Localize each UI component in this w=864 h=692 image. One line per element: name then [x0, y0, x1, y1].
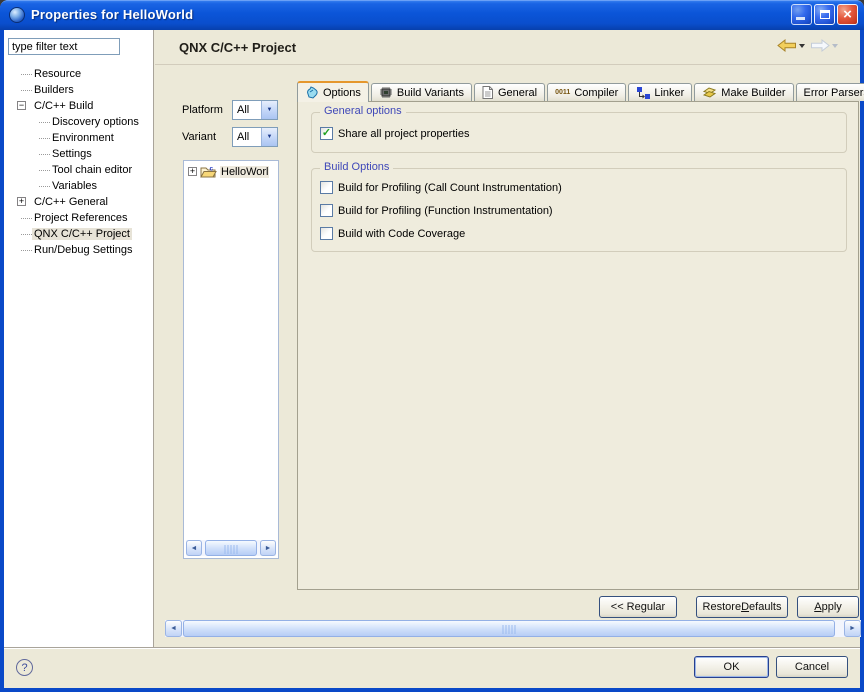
scroll-left-icon[interactable]: ◄ — [165, 620, 182, 637]
code-coverage-checkbox[interactable] — [320, 227, 333, 240]
chevron-down-icon[interactable]: ▼ — [261, 101, 277, 119]
sidebar-item-cpp-build[interactable]: −C/C++ Build — [4, 98, 153, 114]
tab-folder: Options Build Variants General 0011 Comp… — [297, 80, 859, 590]
sidebar-item-run-debug-settings[interactable]: Run/Debug Settings — [4, 242, 153, 258]
help-button[interactable]: ? — [16, 659, 33, 676]
properties-tree: Resource Builders −C/C++ Build Discovery… — [4, 66, 153, 258]
tab-make-builder[interactable]: Make Builder — [694, 83, 793, 101]
compiler-icon: 0011 — [555, 89, 570, 96]
properties-dialog: Properties for HelloWorld × Resource Bui… — [0, 0, 864, 692]
sidebar-item-qnx-cpp-project[interactable]: QNX C/C++ Project — [4, 226, 153, 242]
build-options-group: Build Options Build for Profiling (Call … — [311, 168, 847, 252]
titlebar[interactable]: Properties for HelloWorld × — [0, 0, 864, 30]
profiling-function-checkbox-row: Build for Profiling (Function Instrument… — [320, 204, 553, 217]
tab-linker[interactable]: Linker — [628, 83, 692, 101]
sidebar-item-settings[interactable]: Settings — [4, 146, 153, 162]
tab-error-parsers[interactable]: Error Parsers — [796, 83, 864, 101]
dialog-body: Resource Builders −C/C++ Build Discovery… — [4, 30, 860, 688]
profiling-function-checkbox[interactable] — [320, 204, 333, 217]
sidebar-item-discovery-options[interactable]: Discovery options — [4, 114, 153, 130]
group-title: Build Options — [320, 161, 393, 173]
sidebar-item-cpp-general[interactable]: +C/C++ General — [4, 194, 153, 210]
tab-build-variants[interactable]: Build Variants — [371, 83, 472, 101]
scrollbar-thumb[interactable] — [205, 540, 257, 556]
sidebar-item-resource[interactable]: Resource — [4, 66, 153, 82]
sidebar-item-variables[interactable]: Variables — [4, 178, 153, 194]
chevron-down-icon[interactable]: ▼ — [261, 128, 277, 146]
check-icon: ✓ — [322, 128, 331, 139]
content-area: QNX C/C++ Project Platform All ▼ — [155, 30, 860, 647]
document-icon — [482, 86, 494, 99]
platform-label: Platform — [182, 104, 232, 116]
close-icon: × — [843, 7, 852, 22]
back-icon — [777, 39, 797, 52]
maximize-icon — [820, 10, 830, 19]
collapse-icon[interactable]: − — [17, 101, 26, 110]
scroll-left-icon[interactable]: ◄ — [186, 540, 202, 556]
scroll-right-icon[interactable]: ► — [260, 540, 276, 556]
make-builder-icon — [702, 86, 717, 99]
forward-dropdown-icon[interactable] — [832, 44, 838, 48]
sidebar-item-environment[interactable]: Environment — [4, 130, 153, 146]
group-title: General options — [320, 105, 406, 117]
linker-icon — [636, 86, 650, 99]
platform-select[interactable]: All ▼ — [232, 100, 278, 120]
chip-icon — [379, 86, 393, 99]
window-icon — [9, 7, 25, 23]
code-coverage-checkbox-row: Build with Code Coverage — [320, 227, 465, 240]
filter-input[interactable] — [8, 38, 120, 55]
c-project-folder-icon: c — [200, 165, 217, 178]
checkbox-label: Build for Profiling (Call Count Instrume… — [338, 182, 562, 194]
expand-icon[interactable]: + — [17, 197, 26, 206]
svg-text:c: c — [210, 166, 214, 173]
sidebar: Resource Builders −C/C++ Build Discovery… — [4, 30, 154, 647]
scroll-right-icon[interactable]: ► — [844, 620, 861, 637]
maximize-button[interactable] — [814, 4, 835, 25]
content-hscrollbar[interactable]: ◄ ► — [165, 620, 861, 637]
back-dropdown-icon[interactable] — [799, 44, 805, 48]
tab-bar: Options Build Variants General 0011 Comp… — [297, 80, 864, 101]
variant-label: Variant — [182, 131, 232, 143]
checkbox-label: Share all project properties — [338, 128, 469, 140]
help-icon: ? — [21, 662, 27, 674]
close-button[interactable]: × — [837, 4, 858, 25]
regular-button[interactable]: << Regular — [599, 596, 677, 618]
tab-options[interactable]: Options — [297, 81, 369, 102]
options-tab-panel: General options ✓ Share all project prop… — [297, 101, 859, 590]
apply-button[interactable]: Apply — [797, 596, 859, 618]
ok-button[interactable]: OK — [694, 656, 769, 678]
project-tree-hscrollbar[interactable]: ◄ ► — [186, 540, 276, 556]
minimize-button[interactable] — [791, 4, 812, 25]
window-title: Properties for HelloWorld — [31, 7, 193, 22]
sidebar-item-builders[interactable]: Builders — [4, 82, 153, 98]
minimize-icon — [796, 17, 805, 20]
restore-defaults-button[interactable]: Restore Defaults — [696, 596, 788, 618]
project-tree-item[interactable]: + c HelloWorl — [184, 161, 278, 178]
share-properties-checkbox-row: ✓ Share all project properties — [320, 127, 469, 140]
checkbox-label: Build for Profiling (Function Instrument… — [338, 205, 553, 217]
scrollbar-thumb[interactable] — [183, 620, 835, 637]
project-tree-panel: + c HelloWorl ◄ ► — [183, 160, 279, 559]
forward-icon — [810, 39, 830, 52]
sidebar-item-tool-chain-editor[interactable]: Tool chain editor — [4, 162, 153, 178]
forward-button[interactable] — [810, 39, 840, 52]
cancel-button[interactable]: Cancel — [776, 656, 848, 678]
expand-icon[interactable]: + — [188, 167, 197, 176]
back-button[interactable] — [777, 39, 807, 52]
header-separator — [155, 64, 860, 65]
general-options-group: General options ✓ Share all project prop… — [311, 112, 847, 153]
footer-bar: ? OK Cancel — [4, 647, 860, 688]
tab-general[interactable]: General — [474, 83, 545, 101]
variant-select[interactable]: All ▼ — [232, 127, 278, 147]
sidebar-item-project-references[interactable]: Project References — [4, 210, 153, 226]
share-properties-checkbox[interactable]: ✓ — [320, 127, 333, 140]
page-title: QNX C/C++ Project — [179, 40, 296, 55]
profiling-call-count-checkbox[interactable] — [320, 181, 333, 194]
tab-compiler[interactable]: 0011 Compiler — [547, 83, 626, 101]
profiling-call-count-checkbox-row: Build for Profiling (Call Count Instrume… — [320, 181, 562, 194]
checkbox-label: Build with Code Coverage — [338, 228, 465, 240]
options-icon — [305, 86, 319, 99]
